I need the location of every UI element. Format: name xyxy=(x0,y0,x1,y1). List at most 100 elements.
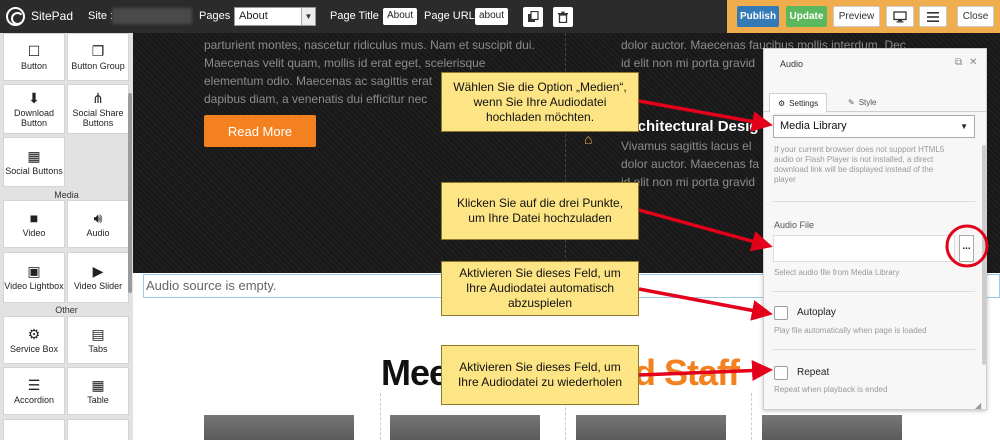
browse-file-button[interactable]: ... xyxy=(959,235,974,262)
widget-tabs[interactable]: ▤ Tabs xyxy=(67,316,129,364)
widget-video-slider[interactable]: ▶ Video Slider xyxy=(67,252,129,303)
page-title-field[interactable]: About xyxy=(383,8,418,25)
duplicate-page-button[interactable] xyxy=(523,7,543,27)
widget-label: Video Slider xyxy=(73,281,123,291)
brush-icon: ✎ xyxy=(848,98,855,107)
widget-download-button[interactable]: ⬇ Download Button xyxy=(3,84,65,134)
staff-heading: Mee xyxy=(381,352,449,394)
source-help-text: If your current browser does not support… xyxy=(774,145,976,185)
repeat-checkbox[interactable] xyxy=(774,366,788,380)
category-media: Media xyxy=(54,190,79,200)
desktop-view-button[interactable] xyxy=(886,6,914,27)
trash-icon xyxy=(558,11,568,23)
staff-image xyxy=(762,415,902,440)
autoplay-checkbox[interactable] xyxy=(774,306,788,320)
site-name-value[interactable] xyxy=(112,8,192,24)
widget-service-box[interactable]: ⚙ Service Box xyxy=(3,316,65,364)
widget-next[interactable] xyxy=(3,419,65,440)
accordion-icon: ☰ xyxy=(27,376,41,393)
audio-file-label: Audio File xyxy=(774,220,815,230)
pages-select[interactable]: About ▼ xyxy=(234,7,316,26)
callout-repeat: Aktivieren Sie dieses Feld, um Ihre Audi… xyxy=(441,345,639,405)
speaker-icon: 🔊︎ xyxy=(93,209,103,226)
top-toolbar: SitePad Site : Pages : About ▼ Page Titl… xyxy=(0,0,1000,33)
callout-autoplay: Aktivieren Sie dieses Feld, um Ihre Audi… xyxy=(441,261,639,316)
widget-video[interactable]: ■ Video xyxy=(3,200,65,248)
gear-icon: ⚙ xyxy=(27,325,41,342)
widget-table[interactable]: ▦ Table xyxy=(67,367,129,415)
widget-label: Button Group xyxy=(71,60,125,71)
staff-heading-part: Mee xyxy=(381,352,449,393)
column-divider xyxy=(380,393,381,440)
publish-button[interactable]: Publish xyxy=(737,6,779,27)
widget-label: Social Share Buttons xyxy=(72,107,124,128)
download-icon: ⬇ xyxy=(28,89,40,106)
video-camera-icon: ■ xyxy=(29,209,39,226)
widget-sidebar: ☐ Button ❐ Button Group ⬇ Download Butto… xyxy=(0,33,133,440)
chevron-down-icon: ▼ xyxy=(960,122,968,131)
widget-label: Download Button xyxy=(13,107,55,128)
autoplay-label: Autoplay xyxy=(797,307,836,318)
widget-next[interactable] xyxy=(67,419,129,440)
widget-accordion[interactable]: ☰ Accordion xyxy=(3,367,65,415)
desktop-icon xyxy=(893,10,907,22)
share-icon: ⋔ xyxy=(92,89,104,106)
close-button[interactable]: Close xyxy=(957,6,994,27)
audio-file-input[interactable] xyxy=(773,235,955,262)
popout-icon[interactable]: ⧉ xyxy=(955,57,962,68)
read-more-button[interactable]: Read More xyxy=(204,115,316,147)
app-name: SitePad xyxy=(31,9,74,23)
chevron-down-icon: ▼ xyxy=(301,8,315,25)
close-icon[interactable]: ✕ xyxy=(969,57,977,68)
video-slider-icon: ▶ xyxy=(92,263,104,279)
help-line: download link will be displayed instead … xyxy=(774,165,934,174)
tab-style[interactable]: ✎ Style xyxy=(840,93,885,112)
widget-label: Audio xyxy=(86,227,110,238)
widget-video-lightbox[interactable]: ▣ Video Lightbox xyxy=(3,252,65,303)
widget-audio[interactable]: 🔊︎ Audio xyxy=(67,200,129,248)
page-url-field[interactable]: about xyxy=(475,8,509,25)
page-title-label: Page Title : xyxy=(330,10,386,22)
help-line: player xyxy=(774,175,796,184)
widget-button[interactable]: ☐ Button xyxy=(3,33,65,81)
divider xyxy=(773,291,975,292)
copy-icon xyxy=(528,11,539,22)
menu-icon xyxy=(927,11,939,22)
tab-label: Style xyxy=(858,98,877,107)
menu-button[interactable] xyxy=(919,6,947,27)
tab-settings[interactable]: ⚙ Settings xyxy=(769,93,828,113)
delete-page-button[interactable] xyxy=(553,7,573,27)
widget-social-buttons[interactable]: ▦ Social Buttons xyxy=(3,137,65,187)
site-label: Site : xyxy=(88,10,114,22)
gear-icon: ⚙ xyxy=(778,98,786,108)
preview-button[interactable]: Preview xyxy=(833,6,880,27)
repeat-help-text: Repeat when playback is ended xyxy=(774,385,888,394)
panel-title: Audio xyxy=(780,59,804,69)
pages-label: Pages : xyxy=(199,10,237,22)
widget-label: Service Box xyxy=(9,343,59,354)
widget-button-group[interactable]: ❐ Button Group xyxy=(67,33,129,81)
widget-label: Video Lightbox xyxy=(4,281,64,291)
audio-source-select[interactable]: Media Library ▼ xyxy=(773,115,975,138)
callout-media-option: Wählen Sie die Option „Medien“, wenn Sie… xyxy=(441,72,639,132)
sidebar-scrollbar[interactable] xyxy=(128,93,132,293)
staff-image xyxy=(390,415,540,440)
brand[interactable]: SitePad xyxy=(6,6,73,26)
panel-scrollbar[interactable] xyxy=(982,145,986,365)
film-icon: ▣ xyxy=(27,263,41,279)
resize-handle-icon[interactable]: ◢ xyxy=(975,401,981,409)
square-icon: ☐ xyxy=(27,42,41,59)
update-button[interactable]: Update xyxy=(786,6,827,27)
staff-image xyxy=(576,415,726,440)
tab-label: Settings xyxy=(789,98,819,108)
widget-label: Video xyxy=(22,227,46,238)
help-line: If your current browser does not support… xyxy=(774,145,945,154)
divider xyxy=(773,201,975,202)
staff-image xyxy=(204,415,354,440)
autoplay-help-text: Play file automatically when page is loa… xyxy=(774,326,927,335)
widget-label: Table xyxy=(87,394,109,405)
widget-label: Accordion xyxy=(13,394,55,405)
paragraph-line: parturient montes, nascetur ridiculus mu… xyxy=(204,38,535,52)
widget-social-share-buttons[interactable]: ⋔ Social Share Buttons xyxy=(67,84,129,134)
widget-label: Button xyxy=(20,60,48,71)
